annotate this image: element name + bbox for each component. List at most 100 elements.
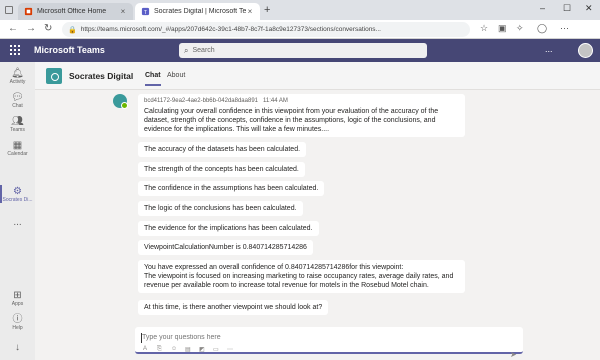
browser-tab-bar: Microsoft Office Home × T Socrates Digit… xyxy=(0,0,600,20)
message-bubble: The accuracy of the datasets has been ca… xyxy=(138,142,307,157)
message-bubble: At this time, is there another viewpoint… xyxy=(138,300,329,315)
bot-avatar xyxy=(113,94,128,109)
office-icon xyxy=(24,7,33,16)
search-placeholder: Search xyxy=(192,47,215,54)
message-input[interactable] xyxy=(142,334,442,341)
rail-item-socrates[interactable]: ⚙ Socrates Di... xyxy=(0,185,35,203)
help-icon: ⓘ xyxy=(12,314,23,325)
message-bubble: You have expressed an overall confidence… xyxy=(138,260,465,293)
forward-icon[interactable]: → xyxy=(26,23,36,34)
rail-item-activity[interactable]: 🔔︎ Activity xyxy=(0,68,35,85)
emoji-icon[interactable]: ☺ xyxy=(171,346,177,352)
chat-icon: 💬︎ xyxy=(11,92,24,103)
app-title: Microsoft Teams xyxy=(34,45,105,55)
more-options-icon[interactable]: ... xyxy=(545,44,553,54)
browser-menu-icon[interactable]: ⋯ xyxy=(560,23,569,34)
collections-icon[interactable]: ▣ xyxy=(498,23,507,34)
favorite-icon[interactable]: ☆ xyxy=(480,23,488,34)
tab-about[interactable]: About xyxy=(167,72,185,79)
bell-icon: 🔔︎ xyxy=(11,68,24,79)
rail-item-teams[interactable]: 👥︎ Teams xyxy=(0,116,35,133)
message-bubble: The evidence for the implications has be… xyxy=(138,221,319,236)
bot-icon: ⚙ xyxy=(13,186,22,197)
rail-label: Chat xyxy=(12,103,23,109)
message-line: The evidence for the implications has be… xyxy=(144,225,313,232)
bot-logo-icon xyxy=(46,68,62,84)
app-rail: 🔔︎ Activity 💬︎ Chat 👥︎ Teams ▦ Calendar … xyxy=(0,62,35,360)
teams-icon: 👥︎ xyxy=(11,116,24,127)
message-header: bcd41172-9ea2-4ae2-bb6b-042da8daa891 11:4… xyxy=(144,97,459,106)
search-icon: ⌕ xyxy=(184,45,189,55)
rail-label: Activity xyxy=(9,79,26,85)
message-list: bcd41172-9ea2-4ae2-bb6b-042da8daa891 11:4… xyxy=(35,90,600,326)
teams-icon: T xyxy=(141,7,150,16)
lock-icon: 🔒 xyxy=(68,26,77,34)
message-bubble: The confidence in the assumptions has be… xyxy=(138,181,325,196)
rail-item-more[interactable]: ... xyxy=(0,217,35,228)
refresh-icon[interactable]: ↻ xyxy=(44,23,52,34)
message-bubble: ViewpointCalculationNumber is 0.84071428… xyxy=(138,240,313,255)
url-text: https://teams.microsoft.com/_#/apps/207d… xyxy=(80,26,381,33)
apps-icon: ⊞ xyxy=(13,290,22,301)
minimize-icon[interactable]: – xyxy=(540,3,545,13)
close-tab-icon[interactable]: × xyxy=(119,7,127,16)
more-icon: ... xyxy=(13,217,22,228)
tab-actions-icon[interactable] xyxy=(5,6,13,14)
address-bar-row: ← → ↻ 🔒 https://teams.microsoft.com/_#/a… xyxy=(0,20,600,39)
message-bubble: bcd41172-9ea2-4ae2-bb6b-042da8daa891 11:4… xyxy=(138,94,465,137)
tab-title: Socrates Digital | Microsoft Teams xyxy=(154,8,246,15)
rail-label: Help xyxy=(12,325,23,331)
send-icon[interactable]: ➤ xyxy=(510,350,517,359)
rail-label: Socrates Di... xyxy=(2,197,33,203)
download-icon[interactable]: ↓ xyxy=(0,342,35,353)
avatar[interactable] xyxy=(578,43,593,58)
browser-tab-office[interactable]: Microsoft Office Home × xyxy=(18,3,133,20)
app-launcher-icon[interactable] xyxy=(10,45,20,55)
message-line: dataset, strength of the concepts, confi… xyxy=(144,117,436,124)
message-line: The accuracy of the datasets has been ca… xyxy=(144,146,301,153)
close-tab-icon[interactable]: × xyxy=(246,7,254,16)
new-tab-icon[interactable]: + xyxy=(264,4,270,16)
maximize-icon[interactable]: ☐ xyxy=(563,3,571,14)
gif-icon[interactable]: ▤ xyxy=(185,346,191,353)
browser-tab-teams[interactable]: T Socrates Digital | Microsoft Teams × xyxy=(135,3,260,20)
teams-header: Microsoft Teams ⌕ Search ... xyxy=(0,39,600,62)
profile-icon[interactable]: ◯ xyxy=(537,23,547,34)
search-input[interactable]: ⌕ Search xyxy=(179,43,427,58)
message-line: The confidence in the assumptions has be… xyxy=(144,185,319,192)
meet-icon[interactable]: ▭ xyxy=(213,346,219,353)
message-bubble: The logic of the conclusions has been ca… xyxy=(138,201,303,216)
rail-item-calendar[interactable]: ▦ Calendar xyxy=(0,140,35,157)
message-line: The viewpoint is focused on increasing m… xyxy=(144,273,454,280)
message-line: The logic of the conclusions has been ca… xyxy=(144,205,297,212)
tab-chat[interactable]: Chat xyxy=(145,72,161,86)
channel-title: Socrates Digital xyxy=(69,71,134,81)
compose-box[interactable]: A ⎘ ☺ ▤ ◩ ▭ ⋯ xyxy=(135,327,523,354)
sticker-icon[interactable]: ◩ xyxy=(199,346,205,353)
more-compose-icon[interactable]: ⋯ xyxy=(227,346,233,353)
back-icon[interactable]: ← xyxy=(8,23,18,34)
calendar-icon: ▦ xyxy=(12,140,23,151)
window-close-icon[interactable]: ✕ xyxy=(585,3,593,14)
format-icon[interactable]: A xyxy=(143,346,147,352)
url-field[interactable]: 🔒 https://teams.microsoft.com/_#/apps/20… xyxy=(62,22,470,37)
message-line: The strength of the concepts has been ca… xyxy=(144,166,299,173)
message-line: You have expressed an overall confidence… xyxy=(144,264,404,271)
message-bubble: The strength of the concepts has been ca… xyxy=(138,162,305,177)
rail-item-chat[interactable]: 💬︎ Chat xyxy=(0,92,35,109)
message-time: 11:44 AM xyxy=(263,98,288,104)
message-line: Calculating your overall confidence in t… xyxy=(144,108,439,115)
rail-label: Apps xyxy=(11,301,24,307)
attach-icon[interactable]: ⎘ xyxy=(157,346,162,353)
rail-label: Teams xyxy=(10,127,25,133)
tab-title: Microsoft Office Home xyxy=(37,8,107,15)
message-line: revenue per available room to increase t… xyxy=(144,282,429,289)
sender-name: bcd41172-9ea2-4ae2-bb6b-042da8daa891 xyxy=(144,98,258,104)
rail-label: Calendar xyxy=(7,151,28,157)
extensions-icon[interactable]: ✧ xyxy=(516,23,524,34)
message-line: evidence for the implications. This will… xyxy=(144,126,330,133)
rail-item-apps[interactable]: ⊞ Apps xyxy=(0,290,35,307)
channel-header: Socrates Digital Chat About xyxy=(35,62,600,90)
rail-item-help[interactable]: ⓘ Help xyxy=(0,314,35,331)
message-line: At this time, is there another viewpoint… xyxy=(144,304,323,311)
